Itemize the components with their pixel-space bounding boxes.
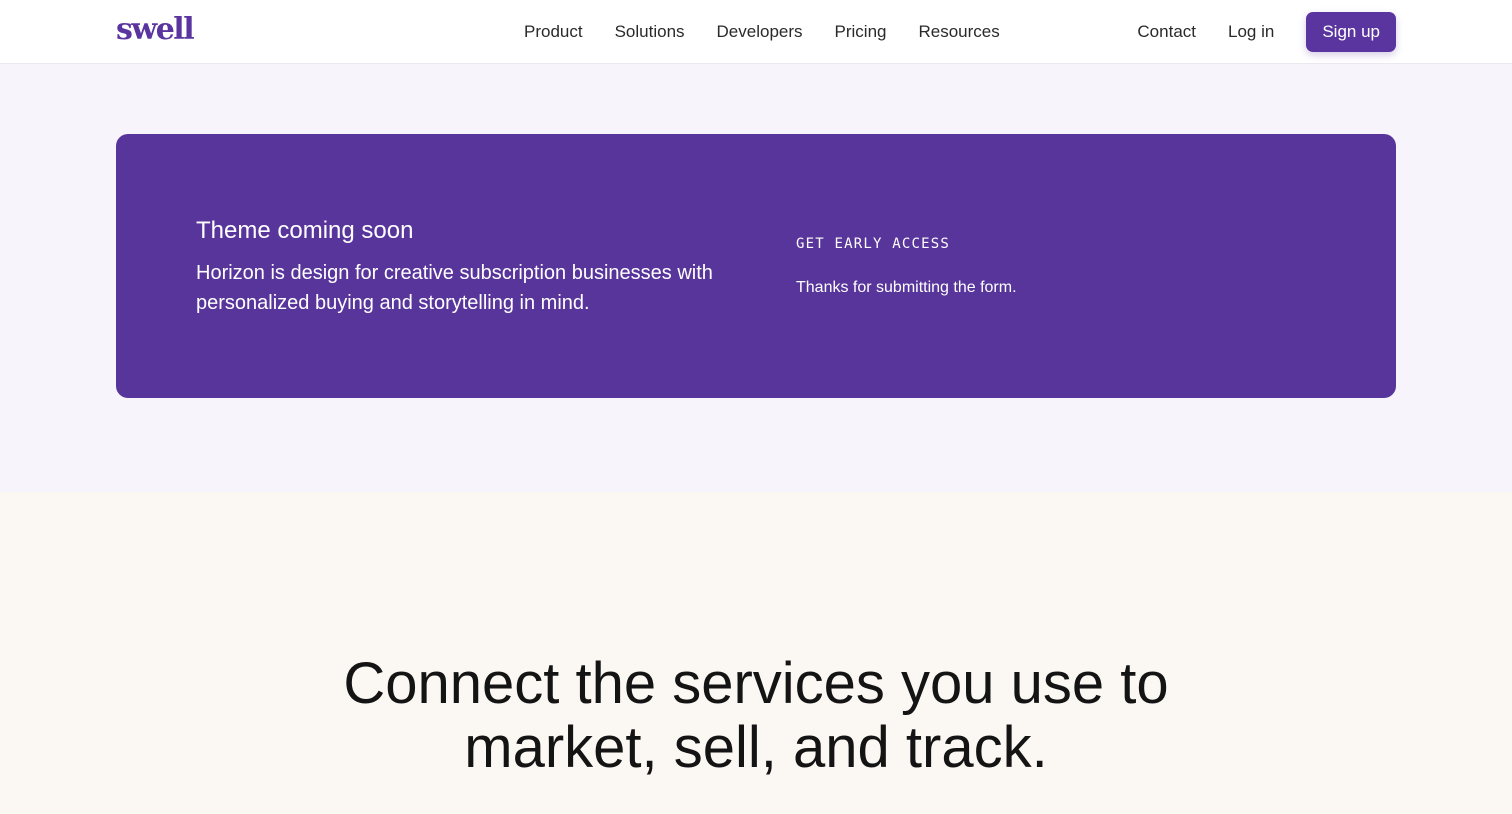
swell-logo[interactable]: swell: [116, 14, 195, 46]
nav-developers[interactable]: Developers: [717, 0, 803, 64]
nav-actions: Contact Log in Sign up: [1137, 0, 1396, 64]
top-navbar: swell Product Solutions Developers Prici…: [0, 0, 1512, 64]
form-confirmation-message: Thanks for submitting the form.: [796, 279, 1017, 296]
main-nav: Product Solutions Developers Pricing Res…: [524, 0, 1000, 64]
connect-heading-line2: market, sell, and track.: [464, 715, 1048, 780]
nav-solutions[interactable]: Solutions: [615, 0, 685, 64]
card-title: Theme coming soon: [196, 217, 414, 244]
card-description: Horizon is design for creative subscript…: [196, 262, 713, 314]
nav-product[interactable]: Product: [524, 0, 583, 64]
theme-coming-soon-card: Theme coming soon Horizon is design for …: [116, 134, 1396, 398]
connect-services-section: Connect the services you use to market, …: [0, 492, 1512, 814]
early-access-label: GET EARLY ACCESS: [796, 236, 951, 252]
connect-heading: Connect the services you use to market, …: [0, 652, 1512, 780]
contact-link[interactable]: Contact: [1137, 0, 1196, 64]
nav-resources[interactable]: Resources: [919, 0, 1000, 64]
nav-pricing[interactable]: Pricing: [835, 0, 887, 64]
signup-button[interactable]: Sign up: [1306, 12, 1396, 52]
login-link[interactable]: Log in: [1228, 0, 1274, 64]
connect-heading-line1: Connect the services you use to: [343, 651, 1169, 716]
